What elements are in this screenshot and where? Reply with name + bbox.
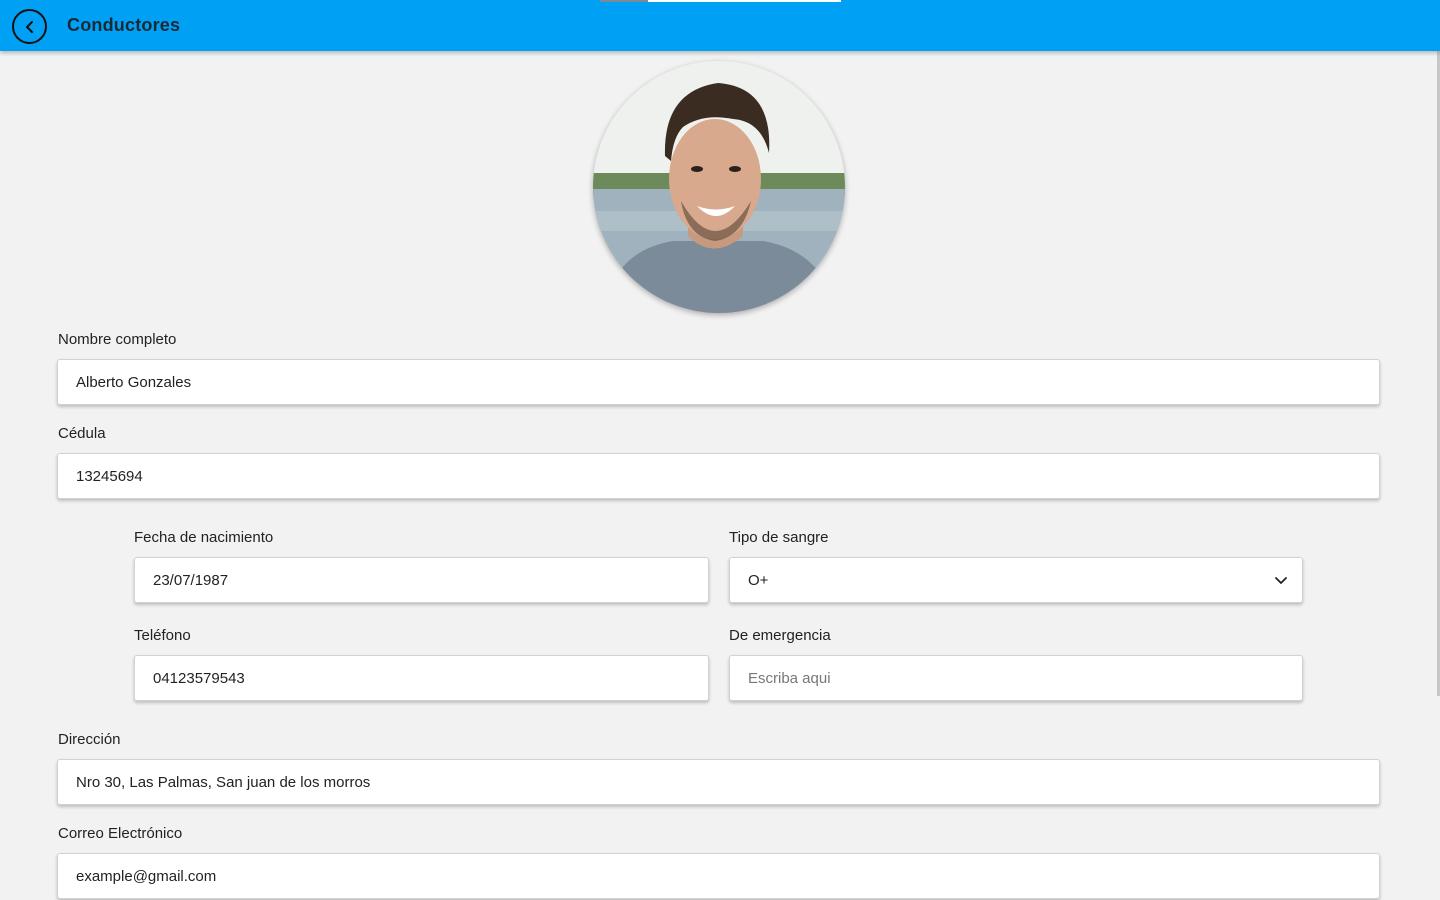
person-photo-icon bbox=[593, 61, 845, 313]
full-name-field[interactable]: Alberto Gonzales bbox=[57, 359, 1380, 405]
phone-value: 04123579543 bbox=[153, 669, 245, 687]
full-name-value: Alberto Gonzales bbox=[76, 373, 192, 391]
address-value: Nro 30, Las Palmas, San juan de los morr… bbox=[76, 773, 371, 791]
id-number-value: 13245694 bbox=[76, 467, 143, 485]
id-number-field[interactable]: 13245694 bbox=[57, 453, 1380, 499]
header-top-strip-marker bbox=[600, 0, 648, 2]
phone-field[interactable]: 04123579543 bbox=[134, 655, 709, 701]
address-field[interactable]: Nro 30, Las Palmas, San juan de los morr… bbox=[57, 759, 1380, 805]
birth-date-value: 23/07/1987 bbox=[153, 571, 229, 589]
emergency-label: De emergencia bbox=[729, 627, 831, 644]
chevron-left-icon bbox=[25, 20, 33, 33]
blood-type-value: O+ bbox=[748, 571, 769, 589]
email-field[interactable]: example@gmail.com bbox=[57, 853, 1380, 899]
full-name-label: Nombre completo bbox=[58, 331, 177, 348]
emergency-field[interactable] bbox=[729, 655, 1303, 701]
phone-label: Teléfono bbox=[134, 627, 191, 644]
profile-photo[interactable] bbox=[593, 61, 845, 313]
birth-date-field[interactable]: 23/07/1987 bbox=[134, 557, 709, 603]
chevron-down-icon bbox=[1275, 577, 1287, 584]
email-value: example@gmail.com bbox=[76, 867, 217, 885]
emergency-input[interactable] bbox=[748, 669, 1302, 687]
id-number-label: Cédula bbox=[58, 425, 106, 442]
blood-type-select[interactable]: O+ bbox=[729, 557, 1303, 603]
birth-date-label: Fecha de nacimiento bbox=[134, 529, 274, 546]
app-header: Conductores bbox=[0, 0, 1440, 51]
back-button[interactable] bbox=[12, 9, 47, 44]
page-title: Conductores bbox=[67, 15, 181, 35]
blood-type-label: Tipo de sangre bbox=[729, 529, 829, 546]
address-label: Dirección bbox=[58, 731, 121, 748]
email-label: Correo Electrónico bbox=[58, 825, 183, 842]
